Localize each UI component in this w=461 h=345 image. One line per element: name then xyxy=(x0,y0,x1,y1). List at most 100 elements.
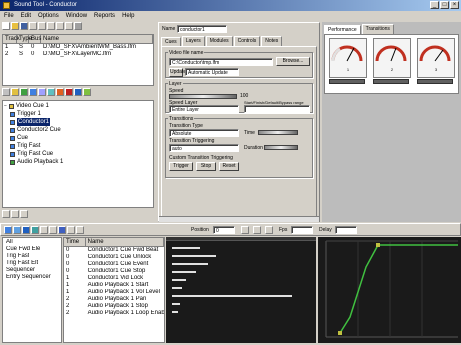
delay-field[interactable] xyxy=(335,226,357,234)
menu-edit[interactable]: Edit xyxy=(21,11,31,21)
transition-type-select[interactable]: Absolute xyxy=(169,129,239,137)
tab-controls[interactable]: Controls xyxy=(233,36,261,46)
event-icon[interactable] xyxy=(22,226,30,234)
time-field[interactable] xyxy=(244,105,310,113)
play-icon[interactable] xyxy=(253,226,261,234)
table-row[interactable]: 2 Audio Playback 1 Pan xyxy=(64,296,164,303)
event-bar[interactable] xyxy=(172,247,200,249)
tree-item[interactable]: Cue xyxy=(4,134,152,142)
loop-icon[interactable] xyxy=(67,226,75,234)
table-row[interactable]: 2 S 0 D:\MO_SFX\LayerMC.lfm xyxy=(3,51,153,58)
table-row[interactable]: 2 Audio Playback 1 Stop xyxy=(64,303,164,310)
table-row[interactable]: 1 Audio Playback 1 Start xyxy=(64,282,164,289)
trigger-button[interactable]: Trigger xyxy=(169,162,193,171)
reset-button[interactable]: Reset xyxy=(219,162,239,171)
table-row[interactable]: 1 S 0 D:\MO_SFX\AmbientWM_Bass.lfm xyxy=(3,44,153,51)
table-row[interactable]: 0 Conductor1 Cue Stop xyxy=(64,268,164,275)
module-icon[interactable] xyxy=(83,88,91,96)
duration-slider[interactable] xyxy=(264,145,298,150)
event-bar[interactable] xyxy=(172,311,178,313)
tree-item[interactable]: Trigger 1 xyxy=(4,110,152,118)
select-icon[interactable] xyxy=(4,226,12,234)
stop-icon[interactable] xyxy=(65,88,73,96)
tree-item[interactable]: Audio Playback 1 xyxy=(4,158,152,166)
transition-triggering-select[interactable]: auto xyxy=(169,144,239,152)
list-item[interactable]: Trig Fast Elt xyxy=(4,260,60,267)
close-button[interactable]: × xyxy=(450,1,459,9)
menu-options[interactable]: Options xyxy=(38,11,59,21)
paste-icon[interactable] xyxy=(47,22,55,30)
menu-window[interactable]: Window xyxy=(66,11,87,21)
record-icon[interactable] xyxy=(56,88,64,96)
browse-button[interactable]: Browse... xyxy=(276,57,310,66)
curve-graph[interactable] xyxy=(318,237,461,343)
move-icon[interactable] xyxy=(13,226,21,234)
time-slider[interactable] xyxy=(258,130,298,135)
file-path-field[interactable]: C:\Conductor\tmp.lfm xyxy=(169,58,273,66)
audio-icon[interactable] xyxy=(74,88,82,96)
tab-modules[interactable]: Modules xyxy=(205,36,233,46)
column-header[interactable]: Bus xyxy=(29,35,41,43)
settings-icon[interactable] xyxy=(74,22,82,30)
list-item[interactable]: All xyxy=(4,239,60,246)
column-header[interactable]: Track xyxy=(3,35,20,43)
tree-item[interactable]: Trig Fast Cue xyxy=(4,150,152,158)
tab-layers[interactable]: Layers xyxy=(181,36,205,46)
redo-icon[interactable] xyxy=(65,22,73,30)
list-item[interactable]: Cue Fwd Ele xyxy=(4,246,60,253)
event-bar[interactable] xyxy=(172,271,196,273)
copy-icon[interactable] xyxy=(38,22,46,30)
folder-icon[interactable] xyxy=(11,88,19,96)
event-bar[interactable] xyxy=(172,287,182,289)
menu-reports[interactable]: Reports xyxy=(94,11,115,21)
new-icon[interactable] xyxy=(2,22,10,30)
down-icon[interactable] xyxy=(11,210,19,218)
position-field[interactable]: 0 xyxy=(213,226,235,234)
table-row[interactable]: 0 Conductor1 Cue Unlock xyxy=(64,254,164,261)
tab-notes[interactable]: Notes xyxy=(261,36,283,46)
forward-icon[interactable] xyxy=(265,226,273,234)
list-item[interactable]: Entry Sequencer xyxy=(4,274,60,281)
speed-slider[interactable] xyxy=(169,94,237,99)
tree-item[interactable]: Conductor2 Cue xyxy=(4,126,152,134)
tree-item-root[interactable]: − Video Cue 1 xyxy=(4,102,152,110)
menu-file[interactable]: File xyxy=(4,11,14,21)
list-item[interactable]: Sequencer xyxy=(4,267,60,274)
marker-icon[interactable] xyxy=(76,226,84,234)
speed-layer-select[interactable]: Entire Layer xyxy=(169,105,239,113)
tree-item-selected[interactable]: Conductor1 xyxy=(4,118,152,126)
cue-icon[interactable] xyxy=(29,88,37,96)
snap-icon[interactable] xyxy=(58,226,66,234)
column-header[interactable]: Type xyxy=(17,35,32,43)
open-icon[interactable] xyxy=(11,22,19,30)
list-item[interactable]: Trig Fast xyxy=(4,253,60,260)
update-select[interactable]: Automatic Update xyxy=(185,68,239,76)
table-row[interactable]: 0 Conductor1 Cue Fwd Beat xyxy=(64,247,164,254)
tab-transitions[interactable]: Transitions xyxy=(361,24,394,34)
fps-field[interactable] xyxy=(291,226,313,234)
add-icon[interactable] xyxy=(2,88,10,96)
column-header[interactable]: Time xyxy=(64,238,86,246)
save-icon[interactable] xyxy=(20,22,28,30)
table-row[interactable]: 2 Audio Playback 1 Loop Enabled xyxy=(64,310,164,317)
minimize-button[interactable]: _ xyxy=(430,1,439,9)
tree-item[interactable]: Trig Fast xyxy=(4,142,152,150)
event-bar[interactable] xyxy=(172,279,186,281)
curve-point[interactable] xyxy=(376,243,380,247)
stop-button[interactable]: Stop xyxy=(196,162,216,171)
table-row[interactable]: 1 Conductor1 Vid Lock xyxy=(64,275,164,282)
zoom-in-icon[interactable] xyxy=(40,226,48,234)
trigger-icon[interactable] xyxy=(38,88,46,96)
layer-icon[interactable] xyxy=(47,88,55,96)
curve-point[interactable] xyxy=(338,331,342,335)
event-bar[interactable] xyxy=(172,263,208,265)
cut-icon[interactable] xyxy=(29,22,37,30)
zoom-out-icon[interactable] xyxy=(49,226,57,234)
table-row[interactable]: 1 Audio Playback 1 Vol Level xyxy=(64,289,164,296)
curve-icon[interactable] xyxy=(31,226,39,234)
expand-icon[interactable]: − xyxy=(4,102,7,110)
update-button[interactable]: Update xyxy=(169,68,186,77)
event-timeline[interactable] xyxy=(166,237,316,343)
column-header[interactable]: Name xyxy=(86,238,164,246)
maximize-button[interactable]: □ xyxy=(440,1,449,9)
